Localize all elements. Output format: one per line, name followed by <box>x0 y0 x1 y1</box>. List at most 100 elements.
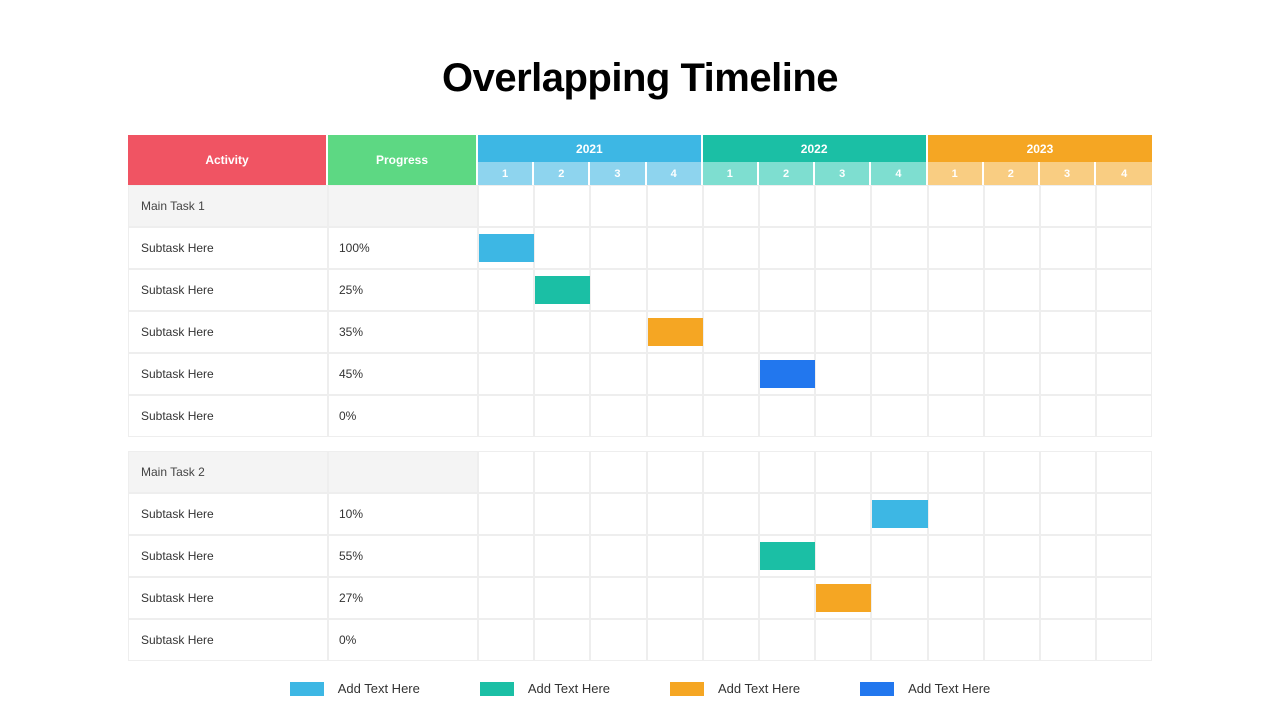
legend-item: Add Text Here <box>860 681 990 696</box>
group-cell <box>984 185 1040 227</box>
header-quarter: 1 <box>478 162 534 185</box>
header-quarter: 2 <box>984 162 1040 185</box>
timeline-cell <box>478 269 534 311</box>
task-progress: 100% <box>328 227 478 269</box>
task-row: Subtask Here100% <box>128 227 1152 269</box>
group-cell <box>815 451 871 493</box>
timeline-cell <box>815 311 871 353</box>
timeline-cell <box>478 227 534 269</box>
timeline-cell <box>815 269 871 311</box>
timeline-cell <box>647 395 703 437</box>
timeline-cell <box>928 619 984 661</box>
task-bar <box>872 500 928 528</box>
timeline-cell <box>984 353 1040 395</box>
legend-swatch <box>480 682 514 696</box>
timeline-cell <box>534 269 590 311</box>
group-cell <box>647 451 703 493</box>
timeline-cell <box>984 227 1040 269</box>
timeline-cell <box>647 353 703 395</box>
timeline-cell <box>928 353 984 395</box>
timeline-cell <box>928 535 984 577</box>
legend-label: Add Text Here <box>338 681 420 696</box>
timeline-cell <box>815 577 871 619</box>
legend-label: Add Text Here <box>528 681 610 696</box>
timeline-cell <box>703 493 759 535</box>
timeline-cell <box>478 311 534 353</box>
legend-swatch <box>670 682 704 696</box>
timeline-cell <box>703 577 759 619</box>
header-quarter: 2 <box>759 162 815 185</box>
timeline-cell <box>871 493 927 535</box>
timeline-cell <box>647 311 703 353</box>
legend-swatch <box>290 682 324 696</box>
timeline-cell <box>928 577 984 619</box>
timeline-cell <box>759 493 815 535</box>
timeline-cell <box>759 353 815 395</box>
task-label: Subtask Here <box>128 353 328 395</box>
timeline-cell <box>590 577 646 619</box>
legend-label: Add Text Here <box>908 681 990 696</box>
timeline-cell <box>815 395 871 437</box>
header-quarter: 3 <box>590 162 646 185</box>
timeline-cell <box>984 311 1040 353</box>
legend-item: Add Text Here <box>480 681 610 696</box>
timeline-cell <box>590 395 646 437</box>
timeline-cell <box>534 311 590 353</box>
group-cell <box>534 185 590 227</box>
timeline-cell <box>928 311 984 353</box>
timeline-cell <box>984 619 1040 661</box>
task-label: Subtask Here <box>128 311 328 353</box>
header-quarter: 3 <box>1040 162 1096 185</box>
timeline-cell <box>647 493 703 535</box>
task-progress: 10% <box>328 493 478 535</box>
timeline-cell <box>1096 535 1152 577</box>
timeline-cell <box>759 311 815 353</box>
group-label: Main Task 1 <box>128 185 328 227</box>
timeline-cell <box>534 395 590 437</box>
task-progress: 45% <box>328 353 478 395</box>
group-row: Main Task 2 <box>128 451 1152 493</box>
task-progress: 25% <box>328 269 478 311</box>
timeline-cell <box>1040 535 1096 577</box>
timeline-cell <box>984 535 1040 577</box>
task-progress: 0% <box>328 619 478 661</box>
timeline-cell <box>871 311 927 353</box>
task-row: Subtask Here25% <box>128 269 1152 311</box>
legend-item: Add Text Here <box>290 681 420 696</box>
timeline-cell <box>703 535 759 577</box>
timeline-cell <box>759 577 815 619</box>
task-row: Subtask Here0% <box>128 395 1152 437</box>
group-cell <box>759 451 815 493</box>
timeline-cell <box>984 395 1040 437</box>
timeline-cell <box>590 311 646 353</box>
timeline-cell <box>928 269 984 311</box>
timeline-cell <box>1096 353 1152 395</box>
timeline-cell <box>984 269 1040 311</box>
timeline-cell <box>928 395 984 437</box>
group-cell <box>1040 185 1096 227</box>
header-quarter: 4 <box>647 162 703 185</box>
legend-item: Add Text Here <box>670 681 800 696</box>
task-row: Subtask Here10% <box>128 493 1152 535</box>
timeline-cell <box>815 493 871 535</box>
timeline-cell <box>478 493 534 535</box>
group-cell <box>534 451 590 493</box>
task-row: Subtask Here55% <box>128 535 1152 577</box>
timeline-cell <box>815 619 871 661</box>
timeline-cell <box>703 395 759 437</box>
timeline-cell <box>1040 353 1096 395</box>
timeline-cell <box>590 227 646 269</box>
timeline-cell <box>1040 577 1096 619</box>
group-cell <box>1040 451 1096 493</box>
timeline-cell <box>590 535 646 577</box>
timeline-cell <box>1040 619 1096 661</box>
legend-swatch <box>860 682 894 696</box>
header-activity: Activity <box>128 135 328 185</box>
timeline-cell <box>647 577 703 619</box>
task-label: Subtask Here <box>128 395 328 437</box>
group-cell <box>759 185 815 227</box>
timeline-cell <box>759 269 815 311</box>
timeline-cell <box>871 619 927 661</box>
timeline-cell <box>590 269 646 311</box>
group-cell <box>871 185 927 227</box>
